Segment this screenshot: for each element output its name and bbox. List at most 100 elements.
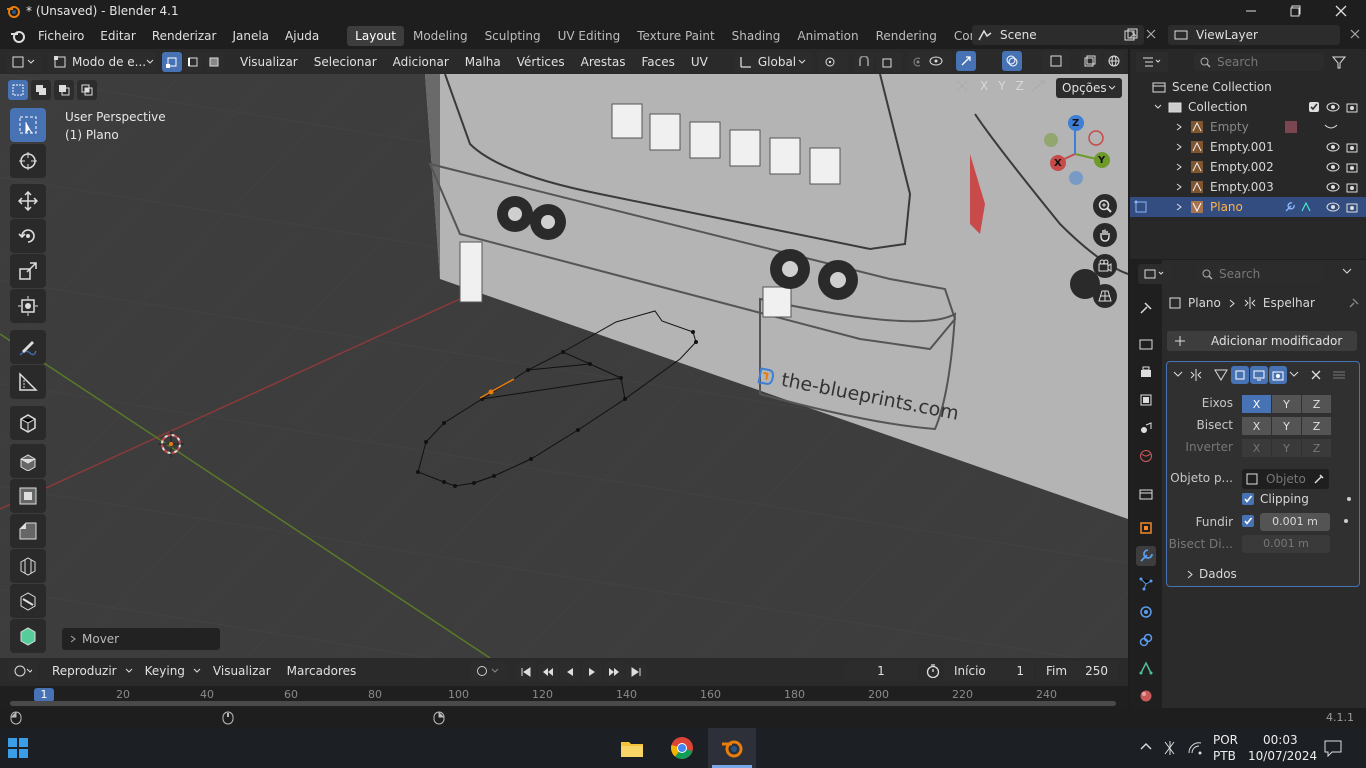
notification-icon[interactable] xyxy=(1324,739,1342,757)
mesh-edit-overlays-icon[interactable] xyxy=(1042,51,1070,71)
jump-keyframe-forward-icon[interactable] xyxy=(604,662,624,682)
gizmo-x-label[interactable]: X xyxy=(1054,158,1062,169)
tab-sculpting[interactable]: Sculpting xyxy=(477,26,549,46)
clipping-checkbox[interactable] xyxy=(1242,493,1254,505)
xray-toggle-icon[interactable] xyxy=(1080,51,1100,71)
realtime-toggle-icon[interactable] xyxy=(1250,366,1268,384)
rotate-tool[interactable] xyxy=(10,219,46,253)
remove-view-layer-icon[interactable] xyxy=(1350,29,1360,39)
pin-icon[interactable] xyxy=(1348,297,1360,309)
chevron-down-icon[interactable] xyxy=(1342,268,1352,276)
bevel-tool[interactable] xyxy=(10,514,46,548)
play-icon[interactable] xyxy=(582,662,602,682)
pivot-point-icon[interactable] xyxy=(817,51,848,72)
edge-select-icon[interactable] xyxy=(183,51,203,72)
select-intersect-icon[interactable] xyxy=(77,80,97,100)
select-subtract-icon[interactable] xyxy=(54,80,74,100)
auto-keying-toggle[interactable] xyxy=(470,661,508,681)
world-tab-icon[interactable] xyxy=(1136,446,1156,466)
chevron-right-icon[interactable] xyxy=(1176,163,1182,171)
axis-z-button[interactable]: Z xyxy=(1302,395,1331,413)
knife-tool[interactable] xyxy=(10,584,46,618)
cursor-tool[interactable] xyxy=(10,144,46,178)
blender-taskbar-icon[interactable] xyxy=(708,728,756,768)
bisect-x-button[interactable]: X xyxy=(1242,417,1271,435)
timeline-scrollbar[interactable] xyxy=(10,701,1116,706)
pan-hand-icon[interactable] xyxy=(1093,223,1117,247)
stopwatch-icon[interactable] xyxy=(926,664,940,678)
face-select-icon[interactable] xyxy=(204,51,224,72)
scene-tab-icon[interactable] xyxy=(1136,418,1156,438)
keyboard-layout-label[interactable]: PTB xyxy=(1213,749,1236,763)
select-box-tool[interactable] xyxy=(10,108,46,142)
axis-x-toggle[interactable]: X xyxy=(977,79,991,93)
editor-type-dropdown[interactable] xyxy=(6,51,42,72)
measure-tool[interactable] xyxy=(10,365,46,399)
outliner-row-collection[interactable]: Collection xyxy=(1130,97,1366,117)
close-button[interactable] xyxy=(1318,0,1364,22)
menu-ficheiro[interactable]: Ficheiro xyxy=(30,29,92,43)
overlays-toggle-icon[interactable] xyxy=(1002,51,1022,71)
render-toggle-icon[interactable] xyxy=(1269,366,1287,384)
clock-time[interactable]: 00:03 xyxy=(1263,733,1298,747)
language-label[interactable]: POR xyxy=(1213,733,1238,747)
add-cube-tool[interactable] xyxy=(10,406,46,440)
menu-uv[interactable]: UV xyxy=(683,55,716,69)
keyframe-dot-icon[interactable] xyxy=(1343,518,1349,524)
collection-tab-icon[interactable] xyxy=(1136,484,1156,504)
snap-toggle-icon[interactable] xyxy=(853,51,874,72)
maximize-button[interactable] xyxy=(1273,0,1319,22)
poly-build-tool[interactable] xyxy=(10,619,46,653)
shading-wireframe-icon[interactable] xyxy=(1104,51,1124,71)
outliner-row-scene-collection[interactable]: Scene Collection xyxy=(1130,77,1366,97)
outliner-row-empty-002[interactable]: Empty.002 xyxy=(1130,157,1366,177)
tool-tab-icon[interactable] xyxy=(1136,298,1156,318)
data-tab-icon[interactable] xyxy=(1136,658,1156,678)
windows-start-icon[interactable] xyxy=(8,738,28,758)
loop-cut-tool[interactable] xyxy=(10,549,46,583)
camera-icon[interactable] xyxy=(1346,101,1358,113)
properties-editor-type[interactable] xyxy=(1138,264,1172,284)
chevron-down-icon[interactable] xyxy=(1289,371,1299,379)
orientation-dropdown[interactable]: Global xyxy=(733,51,812,72)
view-layer-tab-icon[interactable] xyxy=(1136,390,1156,410)
eyedropper-icon[interactable] xyxy=(1313,473,1325,485)
outliner-search[interactable]: Search xyxy=(1194,53,1324,71)
invert-x-button[interactable]: X xyxy=(1242,439,1271,457)
add-modifier-button[interactable]: Adicionar modificador xyxy=(1167,331,1357,351)
edit-cage-icon[interactable] xyxy=(1213,367,1229,383)
particles-tab-icon[interactable] xyxy=(1136,574,1156,594)
perspective-toggle-icon[interactable] xyxy=(1093,284,1117,308)
last-operator-panel[interactable]: Mover xyxy=(62,628,220,650)
move-tool[interactable] xyxy=(10,184,46,218)
menu-vertices[interactable]: Vértices xyxy=(509,55,573,69)
scale-tool[interactable] xyxy=(10,254,46,288)
eye-icon[interactable] xyxy=(1326,102,1340,112)
menu-marcadores[interactable]: Marcadores xyxy=(279,664,365,678)
play-reverse-icon[interactable] xyxy=(560,662,580,682)
invert-z-button[interactable]: Z xyxy=(1302,439,1331,457)
camera-icon[interactable] xyxy=(1346,201,1358,213)
chevron-down-icon[interactable] xyxy=(1173,371,1183,379)
filter-icon[interactable] xyxy=(1332,55,1346,69)
chevron-right-icon[interactable] xyxy=(1176,123,1182,131)
invert-y-button[interactable]: Y xyxy=(1272,439,1301,457)
transform-tool[interactable] xyxy=(10,289,46,323)
mirror-object-field[interactable]: Objeto xyxy=(1242,469,1329,489)
menu-faces[interactable]: Faces xyxy=(633,55,682,69)
tab-animation[interactable]: Animation xyxy=(789,26,866,46)
mode-dropdown[interactable]: Modo de e... xyxy=(48,51,156,72)
jump-start-icon[interactable] xyxy=(516,662,536,682)
wifi-icon[interactable] xyxy=(1187,740,1203,756)
data-subpanel[interactable]: Dados xyxy=(1187,567,1237,581)
clipping-row[interactable]: Clipping xyxy=(1242,492,1352,506)
keyframe-dot-icon[interactable] xyxy=(1346,496,1352,502)
chevron-right-icon[interactable] xyxy=(1176,143,1182,151)
current-frame-field[interactable]: 1 xyxy=(844,661,918,681)
chevron-up-icon[interactable] xyxy=(1140,741,1152,751)
select-new-icon[interactable] xyxy=(8,80,28,100)
end-frame-field[interactable]: Fim 250 xyxy=(1036,661,1118,681)
menu-renderizar[interactable]: Renderizar xyxy=(144,29,225,43)
chevron-right-icon[interactable] xyxy=(1176,183,1182,191)
camera-view-icon[interactable] xyxy=(1093,254,1117,278)
